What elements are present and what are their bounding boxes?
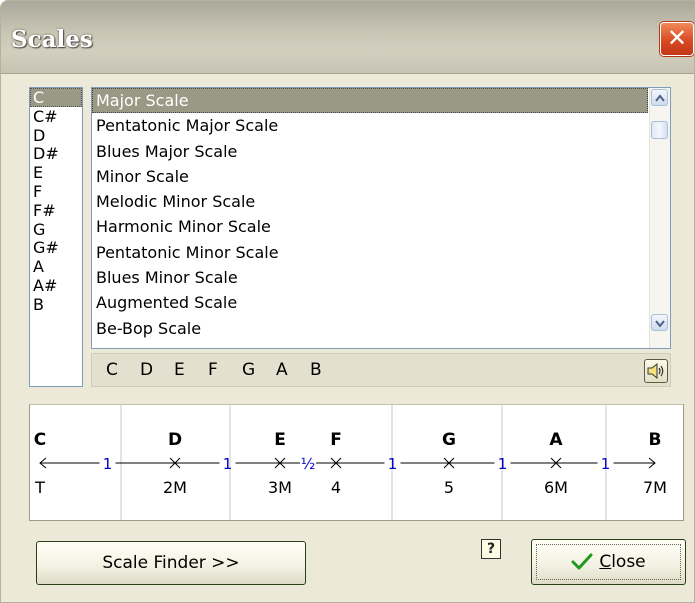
scroll-thumb[interactable] <box>651 121 668 139</box>
scroll-up-button[interactable] <box>651 89 668 106</box>
chevron-down-icon <box>655 320 665 327</box>
key-list[interactable]: C C# D D# E F F# G G# A A# B <box>29 87 83 387</box>
key-item[interactable]: E <box>30 163 82 182</box>
scale-item[interactable]: Augmented Scale <box>92 290 648 315</box>
diagram-degree: 6M <box>544 478 568 497</box>
help-button[interactable]: ? <box>481 539 501 559</box>
interval-diagram: C T D 2M E 3M F 4 G 5 A 6M B 7M 1 1 ½ 1 1 1 <box>29 404 684 521</box>
scale-item[interactable]: Major Scale <box>92 88 648 114</box>
diagram-note: B <box>649 430 662 450</box>
scale-item[interactable]: Pentatonic Minor Scale <box>92 240 648 265</box>
scale-item[interactable]: Blues Minor Scale <box>92 265 648 290</box>
key-item[interactable]: C <box>30 88 82 107</box>
diagram-degree: 5 <box>444 478 454 497</box>
interval-diagram-svg: C T D 2M E 3M F 4 G 5 A 6M B 7M 1 1 ½ 1 1 1 <box>34 405 667 520</box>
key-item[interactable]: A <box>30 257 82 276</box>
scale-note: E <box>174 360 185 380</box>
key-item[interactable]: D# <box>30 144 82 163</box>
interval-step-label: 1 <box>601 455 611 473</box>
scale-note: D <box>140 360 154 380</box>
scale-item[interactable]: Melodic Minor Scale <box>92 189 648 214</box>
scale-item[interactable]: Be-Bop Scale <box>92 316 648 341</box>
scale-note: B <box>310 360 322 380</box>
interval-step-label: 1 <box>388 455 398 473</box>
speaker-icon <box>647 362 664 380</box>
check-icon <box>571 553 593 570</box>
key-item[interactable]: D <box>30 126 82 145</box>
scale-item[interactable]: Blues Major Scale <box>92 139 648 164</box>
diagram-degree: 4 <box>331 478 341 497</box>
diagram-note: D <box>168 430 182 450</box>
key-item[interactable]: F <box>30 182 82 201</box>
key-item[interactable]: G# <box>30 238 82 257</box>
interval-step-label: 1 <box>498 455 508 473</box>
scale-finder-button[interactable]: Scale Finder >> <box>36 541 306 585</box>
scale-item[interactable]: Pentatonic Major Scale <box>92 113 648 138</box>
scale-notes-strip: C DE F GA B <box>91 353 671 387</box>
scale-item[interactable]: Harmonic Minor Scale <box>92 214 648 239</box>
scroll-down-button[interactable] <box>651 314 668 331</box>
scales-dialog: Scales ✕ C C# D D# E F F# G G# A A# B Major Scale Pe… <box>0 0 695 603</box>
play-sound-button[interactable] <box>644 359 668 383</box>
close-button-label: Close <box>599 552 646 572</box>
diagram-degree: T <box>34 478 45 497</box>
chevron-up-icon <box>655 94 665 102</box>
scale-note: A <box>276 360 288 380</box>
diagram-note: E <box>274 430 286 450</box>
key-item[interactable]: G <box>30 220 82 239</box>
interval-step-label: 1 <box>223 455 233 473</box>
window-title: Scales <box>11 26 93 53</box>
scale-list[interactable]: Major Scale Pentatonic Major Scale Blues M… <box>91 87 671 349</box>
diagram-note: A <box>549 430 563 450</box>
diagram-note: F <box>330 430 342 450</box>
vertical-scrollbar[interactable] <box>649 88 670 348</box>
interval-step-label: 1 <box>103 455 113 473</box>
interval-step-label: ½ <box>301 455 316 473</box>
key-item[interactable]: C# <box>30 107 82 126</box>
key-item[interactable]: B <box>30 295 82 314</box>
title-bar: Scales ✕ <box>1 1 694 74</box>
key-item[interactable]: A# <box>30 276 82 295</box>
scale-note: C <box>106 360 118 380</box>
diagram-degree: 7M <box>643 478 667 497</box>
diagram-degree: 3M <box>268 478 292 497</box>
scale-note: F <box>208 360 218 380</box>
key-item[interactable]: F# <box>30 201 82 220</box>
scale-note: G <box>242 360 256 380</box>
diagram-degree: 2M <box>163 478 187 497</box>
diagram-note: G <box>442 430 456 450</box>
window-close-button[interactable]: ✕ <box>660 22 694 56</box>
scale-item[interactable]: Minor Scale <box>92 164 648 189</box>
diagram-note: C <box>34 430 46 450</box>
close-button[interactable]: Close <box>531 539 686 585</box>
